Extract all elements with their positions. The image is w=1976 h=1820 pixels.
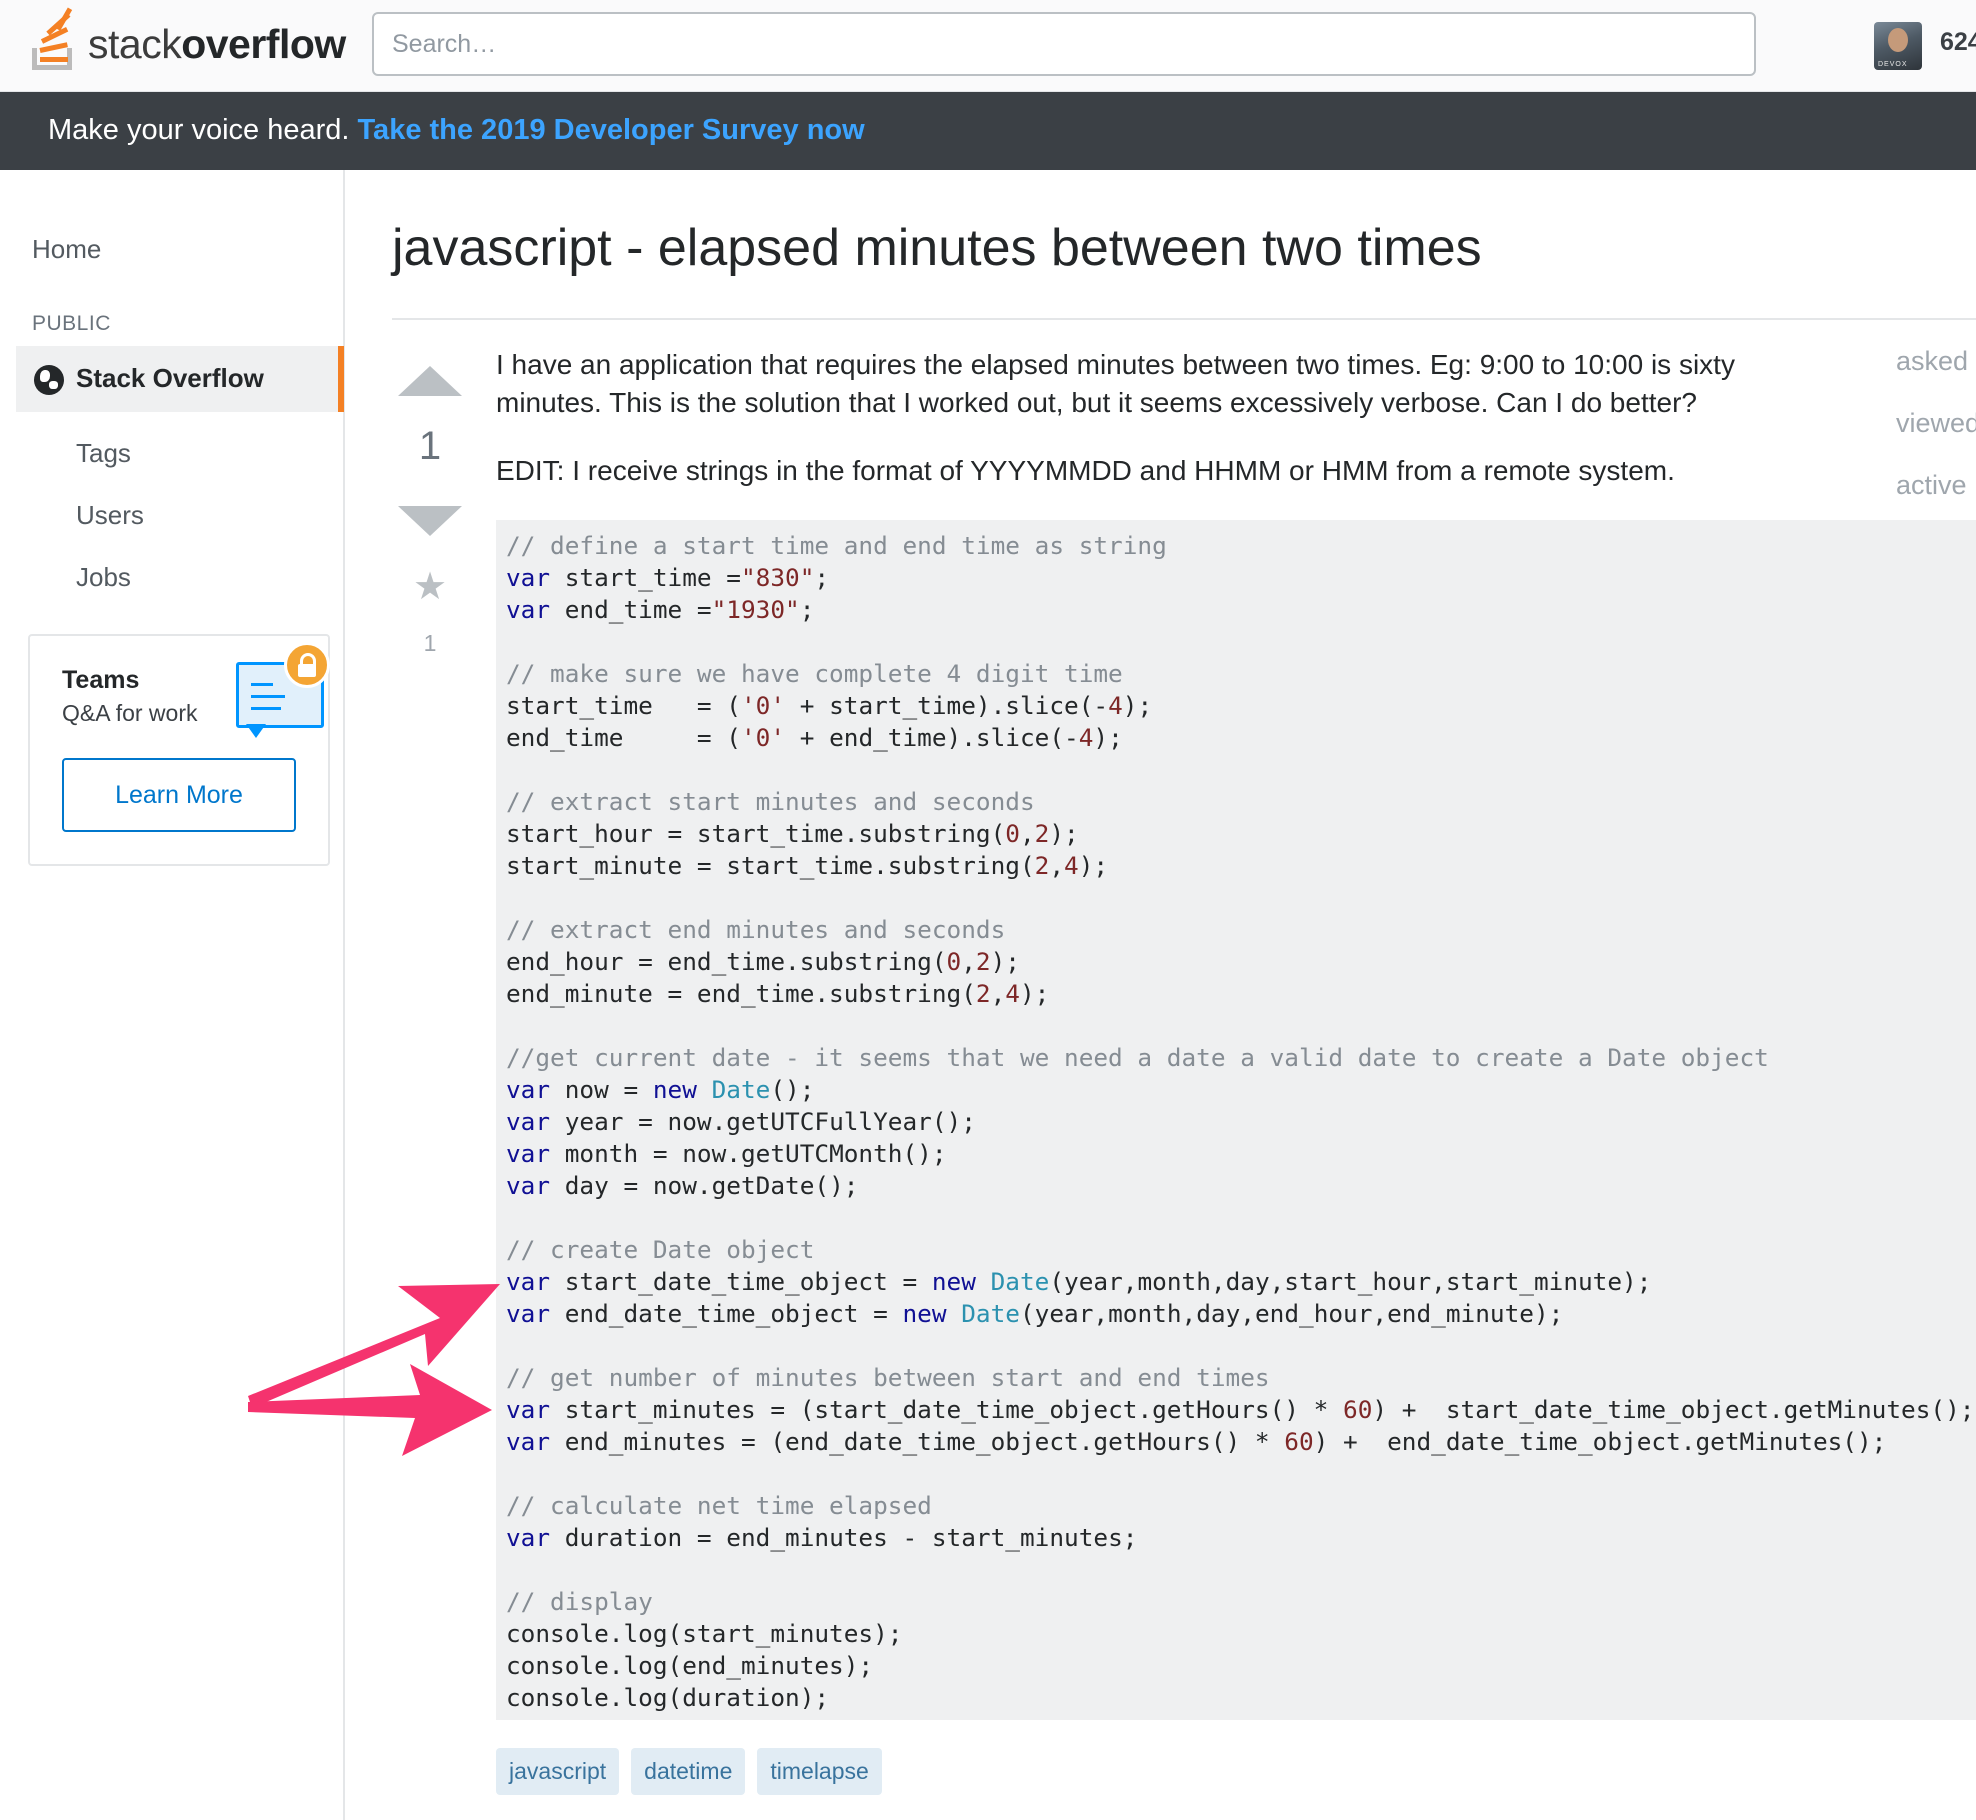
code-line: end_hour = end_time.substring(0,2); bbox=[506, 947, 1020, 976]
stackoverflow-logo[interactable]: stackoverflow bbox=[28, 7, 346, 76]
code-line: var start_time ="830"; bbox=[506, 563, 830, 592]
tag-javascript[interactable]: javascript bbox=[496, 1748, 620, 1795]
banner-text: Make your voice heard. bbox=[48, 114, 350, 146]
code-line: var duration = end_minutes - start_minut… bbox=[506, 1523, 1138, 1552]
code-content: // define a start time and end time as s… bbox=[506, 530, 1975, 1714]
question-edit-note: EDIT: I receive strings in the format of… bbox=[496, 455, 1675, 486]
tag-list: javascript datetime timelapse bbox=[496, 1748, 882, 1795]
code-line: // create Date object bbox=[506, 1235, 815, 1264]
meta-viewed: viewed bbox=[1896, 408, 1976, 438]
avatar[interactable]: DEVOX bbox=[1874, 22, 1922, 70]
title-divider bbox=[392, 318, 1976, 320]
vote-count: 1 bbox=[418, 424, 442, 468]
logo-wordmark: stackoverflow bbox=[88, 20, 346, 67]
sidebar-item-users[interactable]: Users bbox=[76, 500, 144, 531]
top-bar: stackoverflow DEVOX 624 bbox=[0, 0, 1976, 92]
code-line: // calculate net time elapsed bbox=[506, 1491, 932, 1520]
meta-asked: asked bbox=[1896, 346, 1969, 376]
survey-link[interactable]: Take the 2019 Developer Survey now bbox=[358, 114, 865, 146]
stack-logo-icon bbox=[28, 7, 80, 72]
sidebar-item-stack-overflow[interactable]: Stack Overflow bbox=[16, 346, 344, 412]
code-line: start_time = ('0' + start_time).slice(-4… bbox=[506, 691, 1153, 720]
left-sidebar: Home PUBLIC Stack Overflow Tags Users Jo… bbox=[0, 170, 345, 1820]
code-line: // get number of minutes between start a… bbox=[506, 1363, 1270, 1392]
search-input[interactable] bbox=[372, 12, 1756, 76]
code-line: // define a start time and end time as s… bbox=[506, 531, 1167, 560]
code-line: // extract end minutes and seconds bbox=[506, 915, 1006, 944]
code-line: // display bbox=[506, 1587, 653, 1616]
sidebar-item-tags[interactable]: Tags bbox=[76, 438, 131, 469]
code-line: var start_date_time_object = new Date(ye… bbox=[506, 1267, 1652, 1296]
code-line: end_minute = end_time.substring(2,4); bbox=[506, 979, 1050, 1008]
teams-chat-lock-icon bbox=[236, 642, 330, 738]
upvote-arrow-icon[interactable] bbox=[398, 366, 462, 396]
question-body: I have an application that requires the … bbox=[496, 349, 1735, 418]
sidebar-item-jobs[interactable]: Jobs bbox=[76, 562, 131, 593]
code-line: start_hour = start_time.substring(0,2); bbox=[506, 819, 1079, 848]
favorite-star-icon[interactable]: ★ bbox=[398, 568, 462, 606]
teams-subtitle: Q&A for work bbox=[62, 700, 198, 726]
code-block: // define a start time and end time as s… bbox=[496, 520, 1976, 1720]
code-line: end_time = ('0' + end_time).slice(-4); bbox=[506, 723, 1123, 752]
code-line: //get current date - it seems that we ne… bbox=[506, 1043, 1769, 1072]
teams-title: Teams bbox=[62, 666, 140, 694]
teams-promo: Teams Q&A for work Learn More bbox=[28, 634, 330, 866]
survey-banner: Make your voice heard. Take the 2019 Dev… bbox=[0, 92, 1976, 170]
code-line: var start_minutes = (start_date_time_obj… bbox=[506, 1395, 1975, 1424]
favorite-count: 1 bbox=[423, 630, 437, 656]
code-line: // extract start minutes and seconds bbox=[506, 787, 1035, 816]
globe-icon bbox=[34, 365, 64, 395]
code-line: var month = now.getUTCMonth(); bbox=[506, 1139, 947, 1168]
meta-active: active bbox=[1896, 470, 1967, 500]
code-line: start_minute = start_time.substring(2,4)… bbox=[506, 851, 1109, 880]
tag-datetime[interactable]: datetime bbox=[631, 1748, 746, 1795]
reputation-count: 624 bbox=[1940, 28, 1976, 56]
code-line: var end_minutes = (end_date_time_object.… bbox=[506, 1427, 1887, 1456]
sidebar-item-home[interactable]: Home bbox=[32, 234, 101, 265]
code-line: var day = now.getDate(); bbox=[506, 1171, 859, 1200]
code-line: console.log(end_minutes); bbox=[506, 1651, 874, 1680]
code-line: var now = new Date(); bbox=[506, 1075, 815, 1104]
code-line: console.log(start_minutes); bbox=[506, 1619, 903, 1648]
code-line: console.log(duration); bbox=[506, 1683, 830, 1712]
sidebar-item-label: Stack Overflow bbox=[76, 363, 264, 393]
tag-timelapse[interactable]: timelapse bbox=[757, 1748, 882, 1795]
avatar-caption: DEVOX bbox=[1878, 61, 1908, 68]
learn-more-button[interactable]: Learn More bbox=[62, 758, 296, 832]
code-line: var end_time ="1930"; bbox=[506, 595, 815, 624]
sidebar-heading-public: PUBLIC bbox=[32, 312, 111, 335]
code-line: var end_date_time_object = new Date(year… bbox=[506, 1299, 1564, 1328]
lock-icon bbox=[284, 642, 330, 688]
code-line: // make sure we have complete 4 digit ti… bbox=[506, 659, 1123, 688]
downvote-arrow-icon[interactable] bbox=[398, 506, 462, 536]
question-title[interactable]: javascript - elapsed minutes between two… bbox=[392, 218, 1482, 278]
code-line: var year = now.getUTCFullYear(); bbox=[506, 1107, 976, 1136]
